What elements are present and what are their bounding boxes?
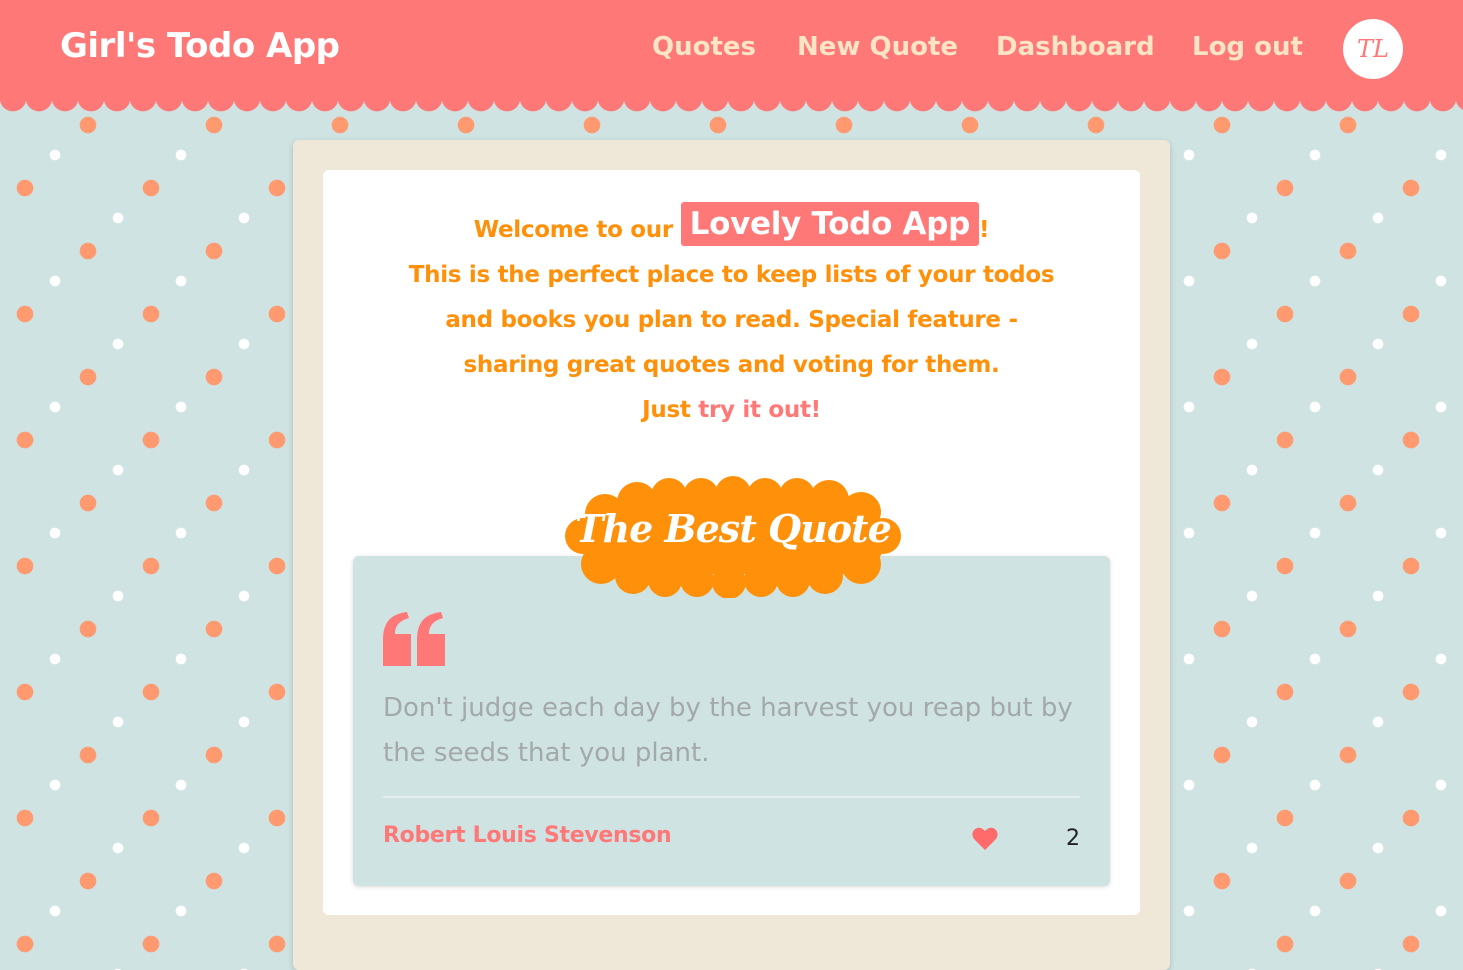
- quote-mark-icon: [383, 612, 445, 670]
- quote-divider: [383, 796, 1080, 798]
- navbar: Girl's Todo App Quotes New Quote Dashboa…: [0, 0, 1463, 116]
- intro-line-3: and books you plan to read. Special feat…: [445, 307, 1018, 333]
- user-avatar[interactable]: TL: [1343, 19, 1403, 79]
- nav-link-log-out[interactable]: Log out: [1192, 32, 1303, 62]
- intro-line-4: sharing great quotes and voting for them…: [463, 352, 1000, 378]
- nav-link-quotes[interactable]: Quotes: [652, 32, 756, 62]
- quote-text: Don't judge each day by the harvest you …: [383, 693, 1073, 768]
- main-card: Welcome to our Lovely Todo App! This is …: [323, 170, 1140, 915]
- app-name-highlight: Lovely Todo App: [680, 202, 980, 246]
- welcome-suffix: !: [979, 217, 990, 243]
- nav-link-new-quote[interactable]: New Quote: [797, 32, 958, 62]
- best-quote-badge: The Best Quote: [565, 476, 901, 598]
- brand-logo[interactable]: Girl's Todo App: [60, 26, 340, 66]
- best-quote-title: The Best Quote: [575, 506, 892, 551]
- welcome-prefix: Welcome to our: [473, 217, 673, 243]
- like-counter: 2: [972, 824, 1080, 854]
- like-count: 2: [1066, 826, 1080, 851]
- best-quote-card: Don't judge each day by the harvest you …: [353, 556, 1110, 886]
- intro-line-2: This is the perfect place to keep lists …: [408, 262, 1055, 288]
- intro-line-5: Just try it out!: [343, 388, 1120, 433]
- quote-author: Robert Louis Stevenson: [383, 823, 672, 848]
- nav-link-dashboard[interactable]: Dashboard: [996, 32, 1155, 62]
- welcome-line: Welcome to our Lovely Todo App!: [343, 202, 1120, 253]
- heart-icon[interactable]: [972, 827, 998, 855]
- just-label: Just: [642, 397, 691, 423]
- intro-text: Welcome to our Lovely Todo App! This is …: [343, 202, 1120, 433]
- try-it-out-link[interactable]: try it out!: [698, 397, 821, 423]
- main-card-frame: Welcome to our Lovely Todo App! This is …: [293, 140, 1170, 970]
